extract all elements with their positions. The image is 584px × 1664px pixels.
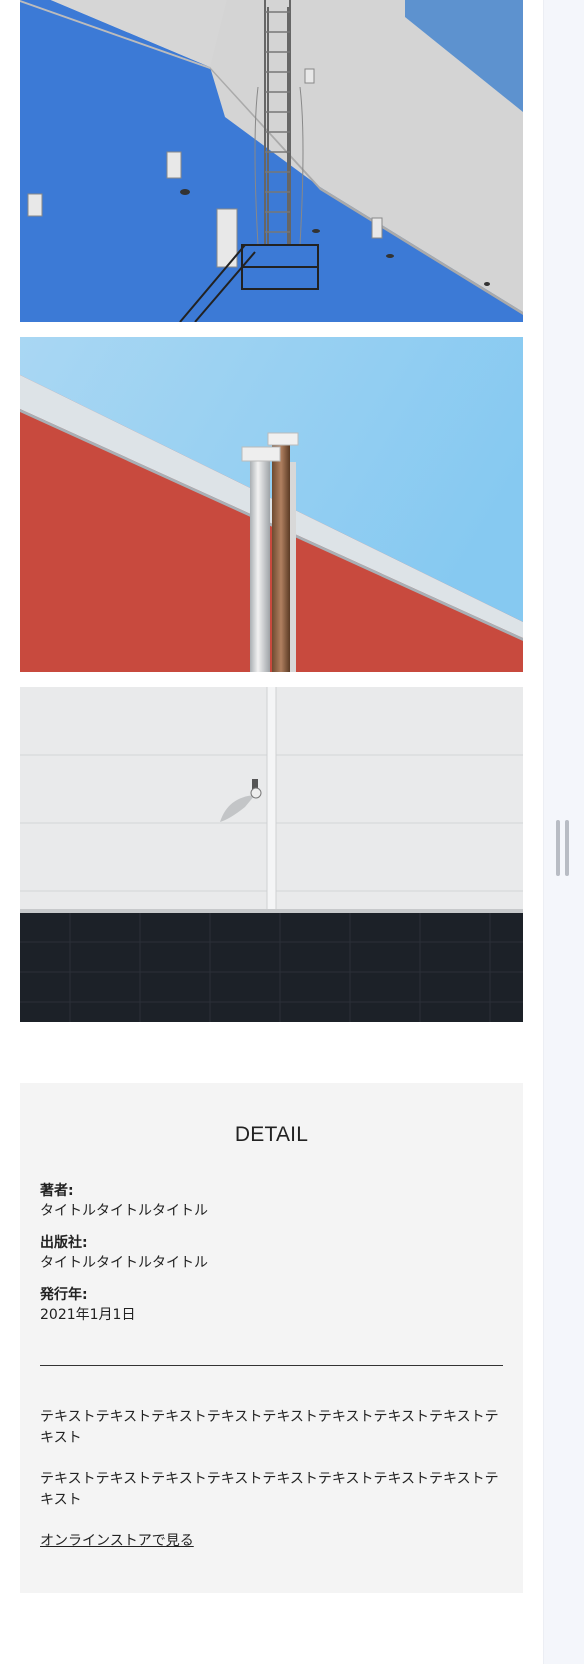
publisher-info: 出版社: タイトルタイトルタイトル [40,1233,208,1273]
grip-line-icon [556,820,560,876]
divider [40,1365,503,1366]
publisher-value: タイトルタイトルタイトル [40,1255,208,1271]
publisher-label: 出版社: [40,1235,88,1251]
grip-line-icon [565,820,569,876]
photo-graphic [20,687,523,1022]
scrollbar[interactable] [543,0,584,1664]
publication-year-info: 発行年: 2021年1月1日 [40,1285,135,1325]
author-info: 著者: タイトルタイトルタイトル [40,1181,208,1221]
scrollbar-thumb[interactable] [556,820,570,876]
publication-year-label: 発行年: [40,1287,88,1303]
detail-panel: DETAIL 著者: タイトルタイトルタイトル 出版社: タイトルタイトルタイト… [20,1083,523,1593]
gallery-image-red-wall-pipes [20,337,523,672]
photo-graphic [20,0,523,322]
publication-year-value: 2021年1月1日 [40,1307,136,1323]
photo-graphic [20,337,523,672]
detail-heading: DETAIL [234,1123,309,1146]
description-paragraph: テキストテキストテキストテキストテキストテキストテキストテキストテキスト [40,1409,499,1446]
author-value: タイトルタイトルタイトル [40,1203,208,1219]
author-label: 著者: [40,1183,74,1199]
description-paragraph: テキストテキストテキストテキストテキストテキストテキストテキストテキスト [40,1471,499,1508]
main-content: DETAIL 著者: タイトルタイトルタイトル 出版社: タイトルタイトルタイト… [0,0,543,1664]
online-store-link[interactable]: オンラインストアで見る [40,1531,194,1551]
gallery-image-warehouse-ladder [20,0,523,322]
gallery-image-white-wall-camera [20,687,523,1022]
